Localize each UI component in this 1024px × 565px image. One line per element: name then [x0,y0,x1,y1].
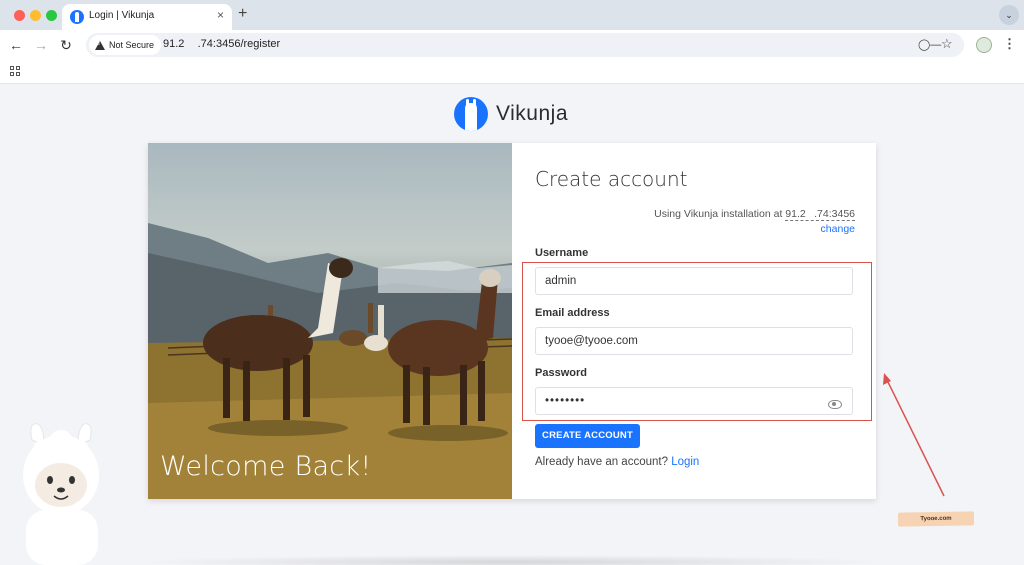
hero-image: Welcome Back! [148,143,512,499]
login-prompt-text: Already have an account? [535,456,668,468]
security-chip[interactable]: Not Secure [89,35,162,55]
tab-search-chevron-icon[interactable]: ⌄ [999,5,1019,25]
warning-icon [95,40,105,50]
login-link[interactable]: Login [671,456,699,468]
vikunja-logo-icon [454,97,488,131]
star-icon[interactable]: ☆ [941,36,953,52]
llama-mascot-illustration [23,423,99,565]
key-icon[interactable]: ◯— [918,38,941,51]
username-label: Username [535,247,589,259]
annotation-arrow [883,373,945,497]
browser-tab[interactable]: Login | Vikunja × [62,4,232,30]
installation-host: 91.2 .74:3456 [785,208,855,221]
brand-header: Vikunja [454,96,568,132]
change-installation-link[interactable]: change [821,223,855,235]
url-text[interactable]: 91.2 .74:3456/register [163,38,280,50]
apps-icon[interactable] [10,66,20,76]
minimize-window-button[interactable] [30,10,41,21]
more-icon[interactable]: ⋮ [1003,36,1016,52]
back-icon[interactable]: ← [7,36,25,54]
tab-strip: Login | Vikunja × + ⌄ [0,0,1024,30]
forward-icon[interactable]: → [32,36,50,54]
close-tab-icon[interactable]: × [217,8,224,22]
new-tab-button[interactable]: + [238,5,247,23]
close-window-button[interactable] [14,10,25,21]
login-prompt: Already have an account? Login [535,456,699,468]
installation-info: Using Vikunja installation at 91.2 .74:3… [654,208,855,221]
create-account-button[interactable]: CREATE ACCOUNT [535,424,640,448]
maximize-window-button[interactable] [46,10,57,21]
reload-icon[interactable]: ↻ [57,36,75,54]
brand-name: Vikunja [496,102,568,125]
form-title: Create account [535,167,688,191]
browser-toolbar: ← → ↻ Not Secure 91.2 .74:3456/register … [0,30,1024,60]
annotation-highlight-box [522,262,872,421]
extension-icon[interactable] [976,37,992,53]
security-label: Not Secure [109,40,155,50]
tab-title: Login | Vikunja [89,10,155,21]
installation-prefix: Using Vikunja installation at [654,208,786,220]
vikunja-favicon-icon [70,10,84,24]
bottom-shadow [130,555,890,565]
address-bar[interactable]: Not Secure 91.2 .74:3456/register ◯— ☆ [86,33,964,57]
llama-photo-illustration [148,223,512,499]
bookmarks-bar [0,60,1024,84]
watermark-badge: Tyooe.com [897,511,975,527]
hero-heading: Welcome Back! [160,451,372,482]
